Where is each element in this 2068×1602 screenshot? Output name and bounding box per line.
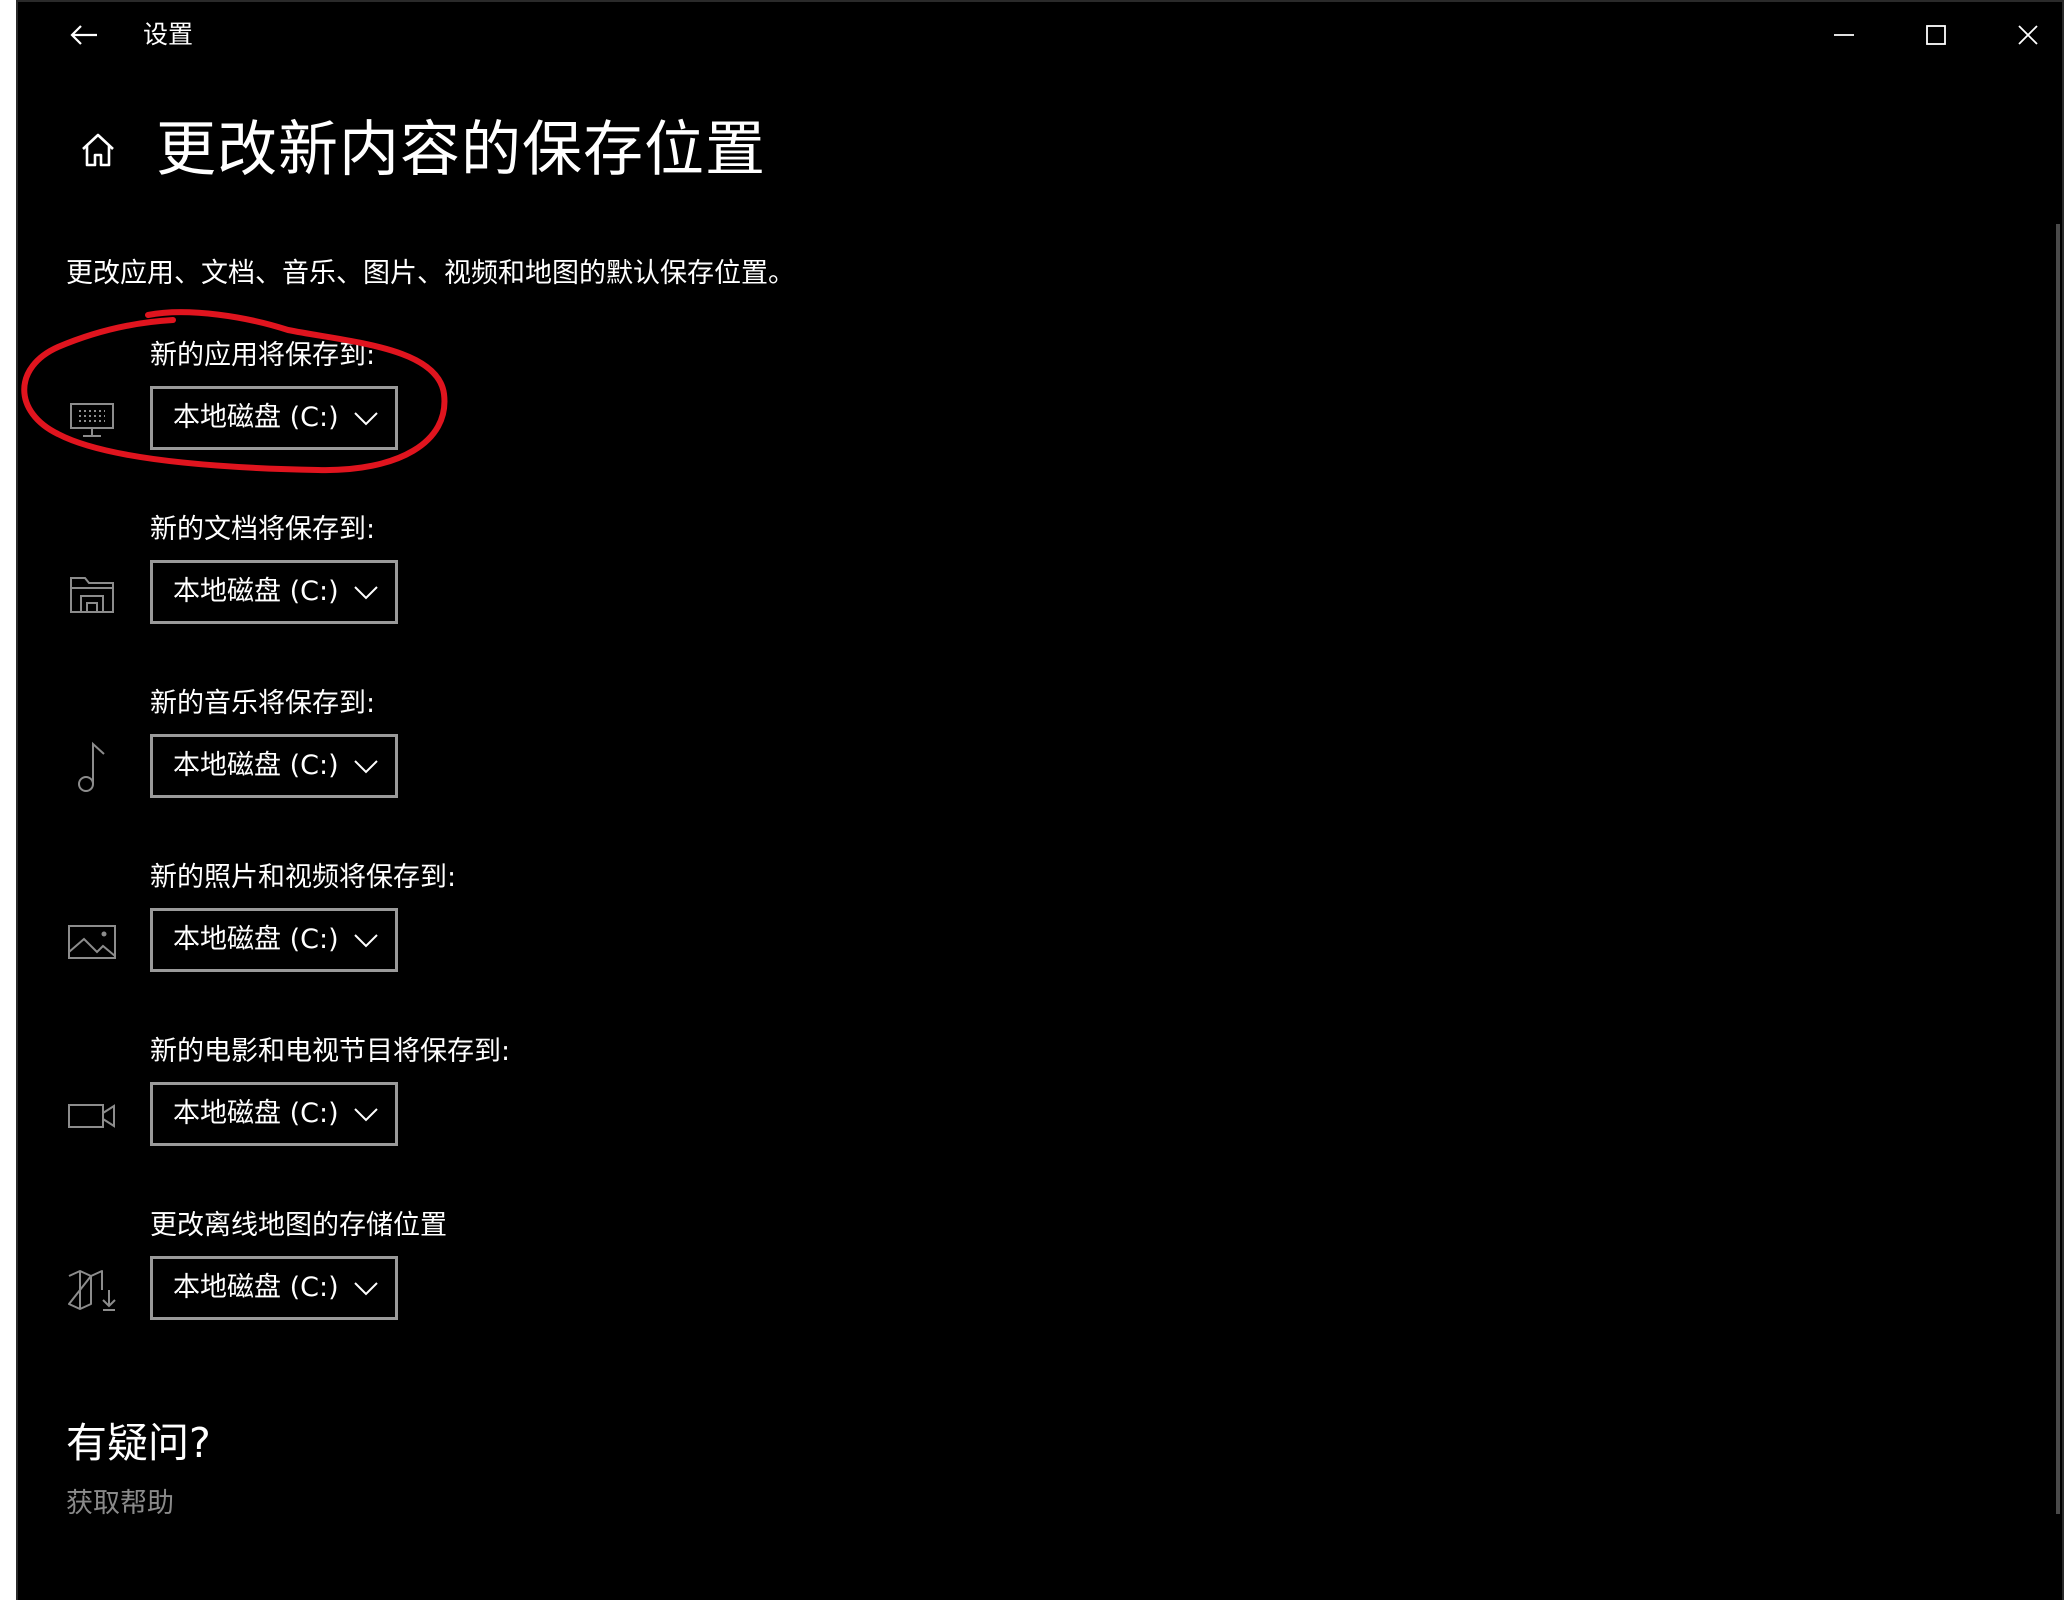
setting-label: 新的文档将保存到: bbox=[150, 514, 376, 545]
apps-location-dropdown[interactable]: 本地磁盘 (C:) bbox=[150, 386, 398, 450]
dropdown-value: 本地磁盘 (C:) bbox=[173, 576, 339, 607]
dropdown-value: 本地磁盘 (C:) bbox=[173, 1098, 339, 1129]
page-title: 更改新内容的保存位置 bbox=[156, 115, 766, 185]
page-header: 更改新内容的保存位置 bbox=[66, 110, 766, 190]
back-button[interactable] bbox=[48, 12, 120, 58]
dropdown-value: 本地磁盘 (C:) bbox=[173, 402, 339, 433]
chevron-down-icon bbox=[353, 754, 379, 780]
close-icon bbox=[2018, 25, 2038, 45]
chevron-down-icon bbox=[353, 1276, 379, 1302]
setting-documents: 新的文档将保存到: 本地磁盘 (C:) bbox=[66, 512, 666, 652]
window-title: 设置 bbox=[143, 20, 194, 49]
map-download-icon bbox=[66, 1264, 118, 1316]
setting-photos: 新的照片和视频将保存到: 本地磁盘 (C:) bbox=[66, 860, 666, 1000]
maximize-button[interactable] bbox=[1890, 2, 1982, 68]
setting-label: 新的音乐将保存到: bbox=[150, 688, 376, 719]
setting-music: 新的音乐将保存到: 本地磁盘 (C:) bbox=[66, 686, 666, 826]
home-button[interactable] bbox=[66, 118, 130, 182]
dropdown-value: 本地磁盘 (C:) bbox=[173, 750, 339, 781]
minimize-button[interactable] bbox=[1798, 2, 1890, 68]
back-arrow-icon bbox=[70, 25, 97, 45]
chevron-down-icon bbox=[353, 580, 379, 606]
setting-apps: 新的应用将保存到: 本地磁盘 (C:) bbox=[66, 338, 666, 478]
setting-movies-tv: 新的电影和电视节目将保存到: 本地磁盘 (C:) bbox=[66, 1034, 666, 1174]
close-button[interactable] bbox=[1982, 2, 2062, 68]
setting-label: 新的照片和视频将保存到: bbox=[150, 862, 457, 893]
music-note-icon bbox=[66, 741, 118, 794]
scrollbar[interactable] bbox=[2056, 224, 2060, 1514]
minimize-icon bbox=[1834, 34, 1854, 36]
maximize-icon bbox=[1926, 25, 1946, 45]
get-help-link[interactable]: 获取帮助 bbox=[66, 1486, 174, 1522]
title-bar: 设置 bbox=[18, 2, 2062, 68]
setting-offline-maps: 更改离线地图的存储位置 本地磁盘 (C:) bbox=[66, 1208, 666, 1348]
documents-location-dropdown[interactable]: 本地磁盘 (C:) bbox=[150, 560, 398, 624]
dropdown-value: 本地磁盘 (C:) bbox=[173, 1272, 339, 1303]
page-description: 更改应用、文档、音乐、图片、视频和地图的默认保存位置。 bbox=[66, 258, 795, 289]
music-location-dropdown[interactable]: 本地磁盘 (C:) bbox=[150, 734, 398, 798]
dropdown-value: 本地磁盘 (C:) bbox=[173, 924, 339, 955]
monitor-icon bbox=[66, 394, 118, 446]
picture-icon bbox=[66, 916, 118, 968]
video-camera-icon bbox=[66, 1090, 118, 1142]
chevron-down-icon bbox=[353, 928, 379, 954]
chevron-down-icon bbox=[353, 406, 379, 432]
setting-label: 新的应用将保存到: bbox=[150, 340, 376, 371]
documents-folder-icon bbox=[66, 568, 118, 620]
setting-label: 更改离线地图的存储位置 bbox=[150, 1210, 447, 1241]
home-icon bbox=[82, 133, 114, 167]
setting-label: 新的电影和电视节目将保存到: bbox=[150, 1036, 511, 1067]
photos-location-dropdown[interactable]: 本地磁盘 (C:) bbox=[150, 908, 398, 972]
chevron-down-icon bbox=[353, 1102, 379, 1128]
settings-window: 设置 更改新内容的保存位置 更改应用、文档、音乐、图片、视频和地图的默认保存位置… bbox=[16, 0, 2064, 1600]
help-heading: 有疑问? bbox=[66, 1419, 211, 1467]
maps-location-dropdown[interactable]: 本地磁盘 (C:) bbox=[150, 1256, 398, 1320]
movies-location-dropdown[interactable]: 本地磁盘 (C:) bbox=[150, 1082, 398, 1146]
